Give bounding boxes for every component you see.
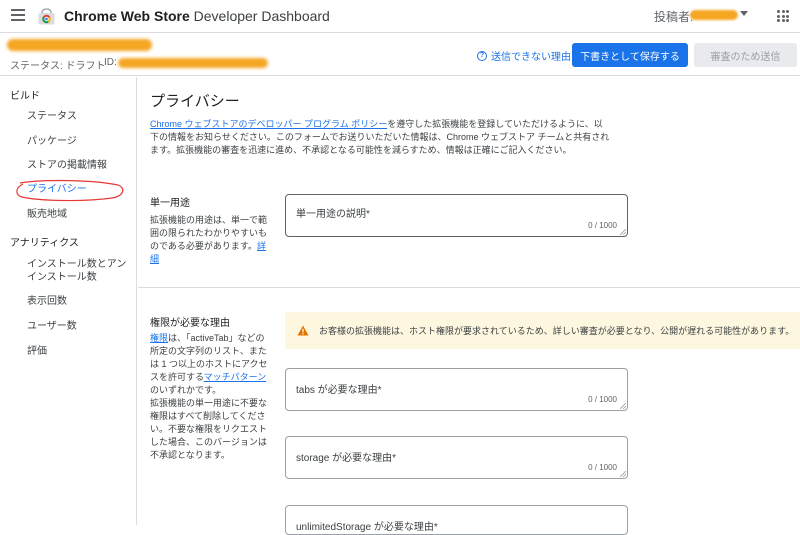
resize-handle-icon[interactable] (620, 471, 626, 477)
main-content: プライバシー Chrome ウェブストアのデベロッパー プログラム ポリシーを遵… (138, 77, 800, 535)
sidebar-item-ratings[interactable]: 評価 (27, 345, 132, 358)
match-pattern-link[interactable]: マッチパターン (204, 372, 267, 382)
save-draft-button[interactable]: 下書きとして保存する (572, 43, 688, 67)
char-counter: 0 / 1000 (588, 463, 617, 472)
app-title-rest: Developer Dashboard (189, 8, 330, 24)
help-icon: ? (477, 50, 487, 61)
storage-field-label: storage が必要な理由* (296, 453, 397, 464)
unlimited-storage-field-label: unlimitedStorage が必要な理由* (296, 522, 438, 533)
single-purpose-description: 拡張機能の用途は、単一で範囲の限られたわかりやすいものである必要があります。詳細 (150, 214, 268, 266)
section-divider (138, 287, 800, 288)
resize-handle-icon[interactable] (620, 229, 626, 235)
why-cannot-submit-link[interactable]: ? 送信できない理由 (477, 48, 571, 63)
permissions-description: 権限は、「activeTab」などの所定の文字列のリスト、または 1 つ以上のホ… (150, 332, 268, 462)
permissions-label: 権限が必要な理由 (150, 318, 230, 329)
item-id-label: ID: (104, 57, 117, 68)
single-purpose-desc-text: 拡張機能の用途は、単一で範囲の限られたわかりやすいものである必要があります。 (150, 215, 268, 251)
sidebar-item-privacy[interactable]: プライバシー (27, 183, 132, 196)
top-app-bar: Chrome Web Store Developer Dashboard 投稿者… (0, 0, 800, 33)
sidebar-item-status[interactable]: ステータス (27, 110, 132, 123)
char-counter: 0 / 1000 (588, 221, 617, 230)
single-purpose-field-label: 単一用途の説明* (296, 209, 370, 220)
sidebar-item-installs[interactable]: インストール数とアンインストール数 (27, 258, 132, 284)
unlimited-storage-justification-field[interactable]: unlimitedStorage が必要な理由* (285, 505, 628, 535)
tabs-field-label: tabs が必要な理由* (296, 385, 382, 396)
policy-link[interactable]: Chrome ウェブストアのデベロッパー プログラム ポリシー (150, 119, 387, 129)
item-id-redacted (118, 58, 268, 68)
sidebar-item-users[interactable]: ユーザー数 (27, 320, 132, 333)
item-header: ステータス: ドラフト ID: ? 送信できない理由 下書きとして保存する 審査… (0, 34, 800, 76)
publisher-label: 投稿者: (654, 10, 694, 24)
sidebar-section-analytics: アナリティクス (10, 238, 79, 249)
why-cannot-submit-label: 送信できない理由 (491, 52, 571, 63)
item-name-redacted (7, 39, 152, 51)
host-permission-warning: お客様の拡張機能は、ホスト権限が要求されているため、詳しい審査が必要となり、公開… (285, 312, 800, 349)
sidebar-item-package[interactable]: パッケージ (27, 135, 132, 148)
chrome-web-store-logo (38, 8, 55, 25)
warning-text: お客様の拡張機能は、ホスト権限が要求されているため、詳しい審査が必要となり、公開… (319, 326, 795, 336)
sidebar-item-impressions[interactable]: 表示回数 (27, 295, 132, 308)
intro-text: Chrome ウェブストアのデベロッパー プログラム ポリシーを遵守した拡張機能… (150, 118, 610, 157)
warning-icon (297, 325, 309, 336)
app-title-bold: Chrome Web Store (64, 8, 190, 24)
single-purpose-field[interactable]: 単一用途の説明* 0 / 1000 (285, 194, 628, 237)
resize-handle-icon[interactable] (620, 403, 626, 409)
permissions-link[interactable]: 権限 (150, 333, 168, 343)
single-purpose-label: 単一用途 (150, 198, 190, 209)
status-text: ステータス: ドラフト (10, 61, 106, 72)
permissions-desc-3: 拡張機能の単一用途に不要な権限はすべて削除してください。不要な権限をリクエストし… (150, 398, 268, 460)
storage-justification-field[interactable]: storage が必要な理由* 0 / 1000 (285, 436, 628, 479)
sidebar-section-build: ビルド (10, 91, 40, 102)
submit-for-review-button[interactable]: 審査のため送信 (694, 43, 797, 67)
publisher-name-redacted[interactable] (690, 10, 738, 20)
page-title: プライバシー (150, 93, 240, 110)
menu-icon[interactable] (11, 9, 25, 21)
chevron-down-icon[interactable] (740, 11, 748, 16)
apps-grid-icon[interactable] (777, 10, 789, 22)
tabs-justification-field[interactable]: tabs が必要な理由* 0 / 1000 (285, 368, 628, 411)
sidebar-item-distribution[interactable]: 販売地域 (27, 208, 132, 221)
permissions-desc-2: のいずれかです。 (150, 385, 222, 395)
app-title: Chrome Web Store Developer Dashboard (64, 8, 330, 24)
char-counter: 0 / 1000 (588, 395, 617, 404)
sidebar: ビルド ステータス パッケージ ストアの掲載情報 プライバシー 販売地域 アナリ… (0, 77, 137, 525)
sidebar-item-store-listing[interactable]: ストアの掲載情報 (27, 159, 132, 172)
